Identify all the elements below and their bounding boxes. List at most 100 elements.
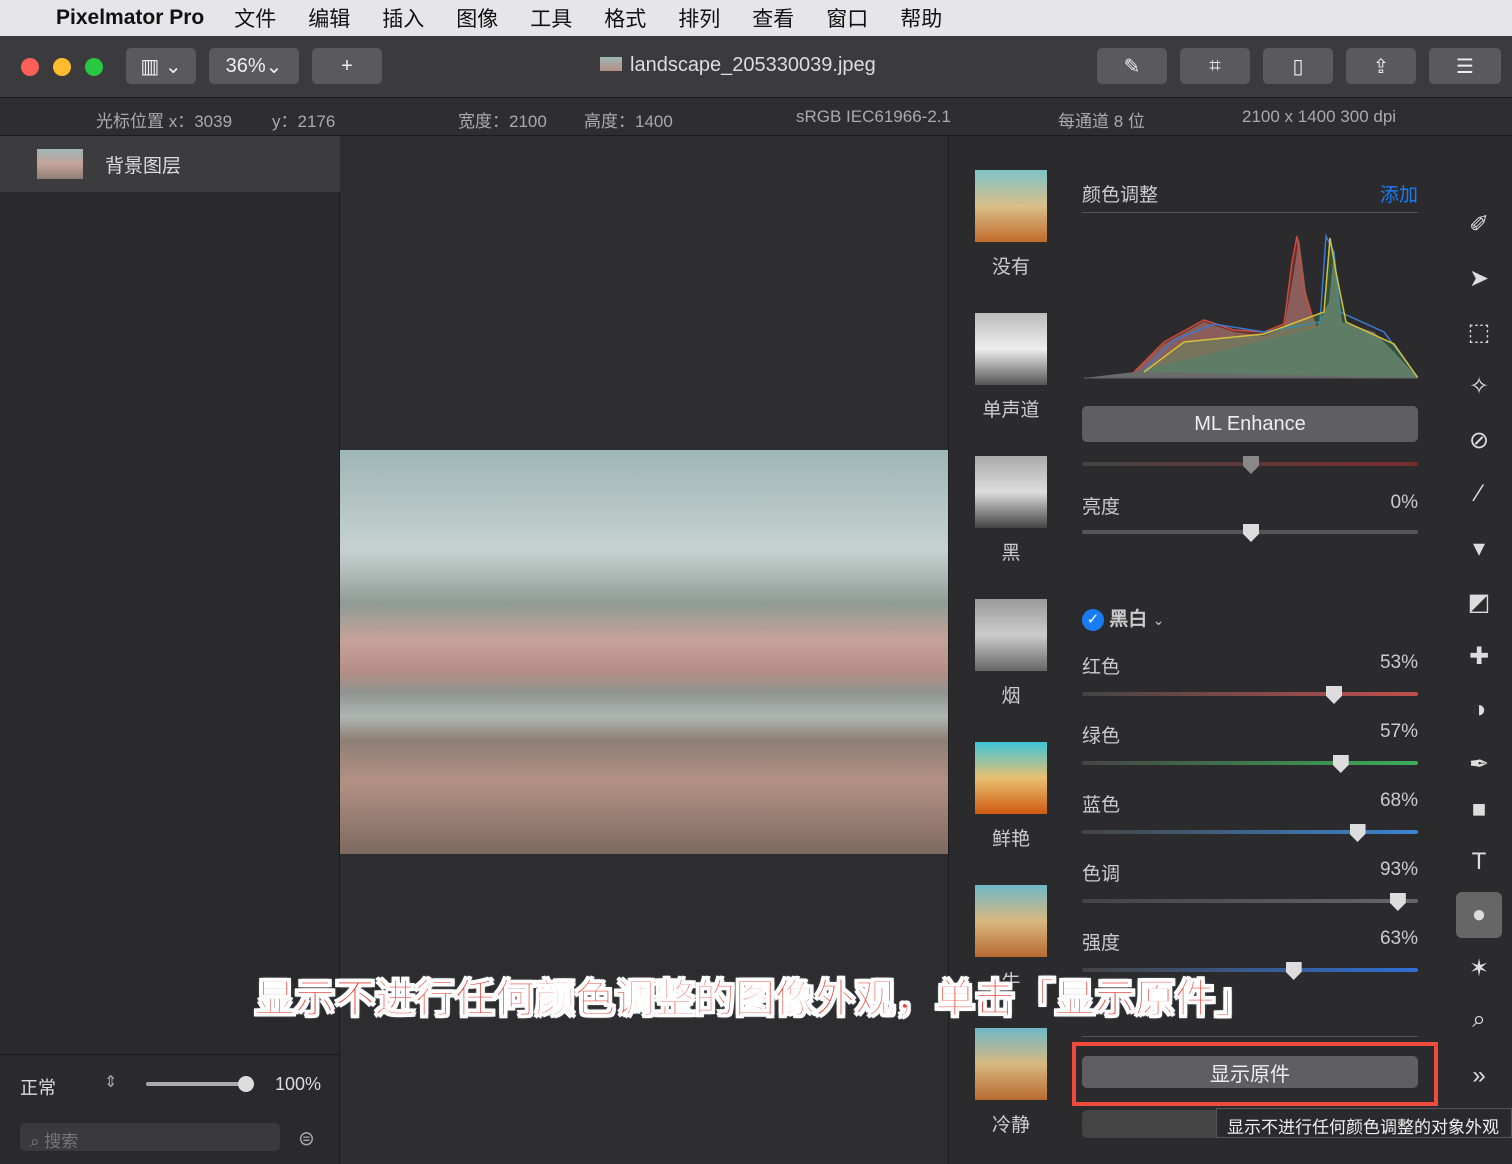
effects-icon[interactable]: ✶ [1464, 954, 1494, 984]
bw-row[interactable]: ✓ 黑白 ⌄ [1082, 604, 1418, 631]
menu-arrange[interactable]: 排列 [678, 3, 720, 33]
checkmark-icon[interactable]: ✓ [1082, 608, 1104, 631]
minimize-button[interactable] [53, 58, 71, 76]
search-placeholder: 搜索 [44, 1132, 79, 1151]
menu-help[interactable]: 帮助 [900, 3, 942, 33]
slider-row: 强度 63% [1082, 928, 1418, 955]
share-icon: ⇪ [1372, 55, 1390, 78]
distort-icon[interactable]: ◑ [1464, 696, 1494, 726]
sidebar-toggle-button[interactable]: ▥ ⌄ [126, 48, 196, 84]
preset-thumbnail [975, 456, 1047, 528]
menu-file[interactable]: 文件 [234, 3, 276, 33]
slider-knob[interactable] [1389, 893, 1406, 911]
menu-app[interactable]: Pixelmator Pro [56, 6, 204, 30]
preset-none[interactable]: 没有 [975, 170, 1047, 279]
preset-vivid[interactable]: 鲜艳 [975, 742, 1047, 851]
menu-image[interactable]: 图像 [456, 3, 498, 33]
color-slider[interactable] [1082, 830, 1418, 834]
histogram [1084, 233, 1418, 379]
zoom-dropdown[interactable]: 36% ⌄ [209, 48, 299, 84]
selection-tool-icon[interactable]: ⬚ [1464, 318, 1494, 348]
page-icon: ▯ [1292, 55, 1304, 78]
tools-column: ✐ ➤ ⬚ ✧ ⊘ ⁄ ▾ ◩ ✚ ◑ ✒ ■ T ● ✶ ⌕ » [1440, 136, 1512, 1164]
preset-thumbnail [975, 313, 1047, 385]
slider-row: 色调 93% [1082, 859, 1418, 886]
bit-depth: 每通道 8 位 [1058, 112, 1145, 131]
eraser-icon[interactable]: ◩ [1464, 588, 1494, 618]
zoom-window-button[interactable] [85, 58, 103, 76]
slider-label: 红色 [1082, 657, 1121, 678]
share-button[interactable]: ⇪ [1346, 48, 1416, 84]
more-icon[interactable]: » [1464, 1062, 1494, 1092]
chevron-down-icon[interactable]: ⌄ [1153, 612, 1165, 628]
menu-tools[interactable]: 工具 [530, 3, 572, 33]
ml-enhance-button[interactable]: ML Enhance [1082, 406, 1418, 442]
crop-icon: ⌗ [1209, 54, 1221, 77]
preset-thumbnail [975, 170, 1047, 242]
menu-bar: Pixelmator Pro 文件 编辑 插入 图像 工具 格式 排列 查看 窗… [0, 0, 1512, 36]
panel-title: 颜色调整 [1082, 185, 1159, 206]
preset-calm[interactable]: 冷静 [975, 1028, 1047, 1137]
updown-icon[interactable]: ⇕ [104, 1072, 117, 1092]
fill-icon[interactable]: ▾ [1464, 534, 1494, 564]
sidebar-icon: ▥ ⌄ [140, 55, 182, 78]
retouch-icon[interactable]: ✚ [1464, 642, 1494, 672]
close-button[interactable] [21, 58, 39, 76]
zoom-icon[interactable]: ⌕ [1464, 1006, 1494, 1036]
ml-slider-knob[interactable] [1243, 456, 1259, 474]
text-icon[interactable]: T [1464, 848, 1494, 878]
color-slider[interactable] [1082, 899, 1418, 903]
slider-label: 强度 [1082, 933, 1121, 954]
landscape-image [340, 450, 948, 854]
image-width: 宽度：2100 [458, 112, 547, 131]
quick-select-icon[interactable]: ✧ [1464, 372, 1494, 402]
markup-button[interactable]: ✎ [1097, 48, 1167, 84]
preset-noir[interactable]: 黑 [975, 456, 1047, 565]
layer-row[interactable]: 背景图层 [0, 136, 340, 192]
document-button[interactable]: ▯ [1263, 48, 1333, 84]
layer-thumbnail [37, 149, 83, 179]
preset-label: 没有 [991, 257, 1030, 278]
arrow-tool-icon[interactable]: ➤ [1464, 264, 1494, 294]
slider-knob[interactable] [1326, 686, 1342, 704]
adjust-button[interactable]: ☰ [1429, 48, 1501, 84]
preset-mono[interactable]: 单声道 [975, 313, 1047, 422]
style-tool-icon[interactable]: ✐ [1464, 210, 1494, 240]
add-link[interactable]: 添加 [1380, 180, 1418, 207]
color-adjust-icon[interactable]: ● [1456, 892, 1502, 938]
color-slider[interactable] [1082, 761, 1418, 765]
document-title: landscape_205330039.jpeg [600, 54, 876, 77]
menu-window[interactable]: 窗口 [826, 3, 868, 33]
show-original-button[interactable]: 显示原件 [1082, 1056, 1418, 1088]
menu-insert[interactable]: 插入 [382, 3, 424, 33]
opacity-slider[interactable] [146, 1082, 246, 1086]
plus-icon: + [341, 54, 353, 77]
pen-tool-icon[interactable]: ✒ [1464, 750, 1494, 780]
preset-label: 黑 [1001, 543, 1021, 564]
divider [1082, 212, 1418, 213]
add-button[interactable]: + [312, 48, 382, 84]
color-picker-icon[interactable]: ⊘ [1464, 426, 1494, 456]
menu-view[interactable]: 查看 [752, 3, 794, 33]
filter-icon[interactable]: ⊜ [298, 1126, 315, 1151]
cursor-y: y：2176 [272, 112, 336, 131]
blend-mode-select[interactable]: 正常 [20, 1074, 56, 1100]
menu-edit[interactable]: 编辑 [308, 3, 350, 33]
divider [0, 1054, 340, 1055]
menu-format[interactable]: 格式 [604, 3, 646, 33]
slider-knob[interactable] [1285, 962, 1302, 980]
document-title-text: landscape_205330039.jpeg [630, 54, 876, 76]
opacity-slider-knob[interactable] [238, 1076, 254, 1092]
opacity-value: 100% [275, 1074, 322, 1094]
preset-thumbnail [975, 599, 1047, 671]
crop-button[interactable]: ⌗ [1180, 48, 1250, 84]
shape-icon[interactable]: ■ [1464, 796, 1494, 826]
slider-knob[interactable] [1349, 824, 1366, 842]
preset-label: 冷静 [991, 1115, 1030, 1136]
preset-smoke[interactable]: 烟 [975, 599, 1047, 708]
color-slider[interactable] [1082, 692, 1418, 696]
slider-knob[interactable] [1332, 755, 1349, 773]
search-input[interactable]: ⌕ 搜索 [20, 1123, 280, 1151]
brush-icon[interactable]: ⁄ [1464, 480, 1494, 510]
brightness-slider-knob[interactable] [1243, 524, 1259, 542]
